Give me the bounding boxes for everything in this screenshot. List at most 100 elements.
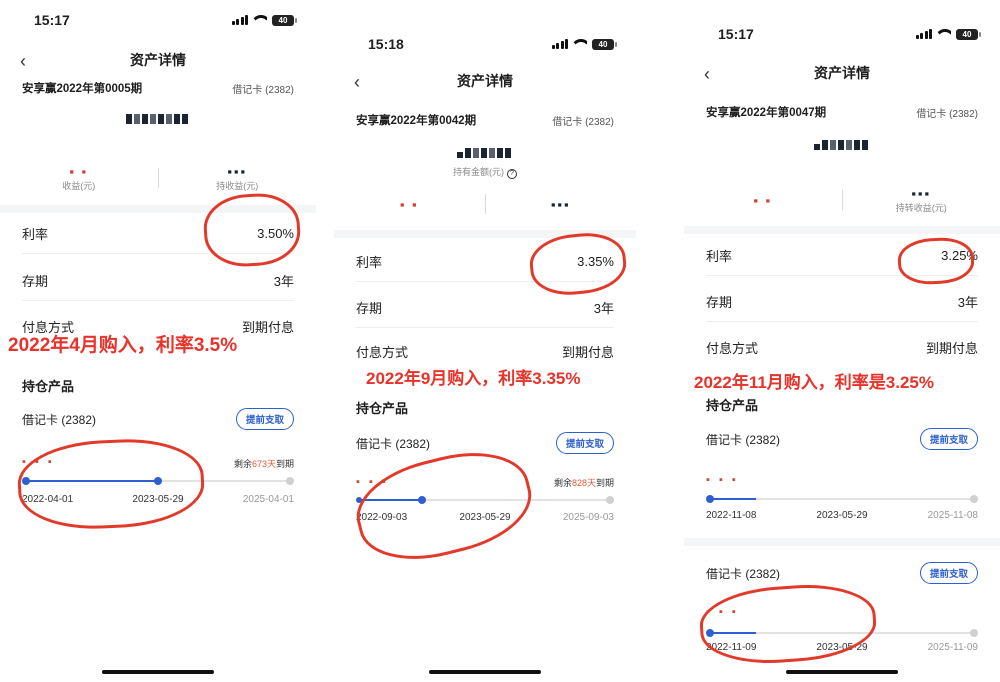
term-value: 3年 <box>593 301 614 316</box>
interest-row: 付息方式 到期付息 <box>706 327 978 367</box>
start-date: 2022-11-08 <box>706 510 757 521</box>
status-bar: 15:17 40 <box>0 8 316 32</box>
nav-bar: ‹ 资产详情 <box>684 61 1000 85</box>
end-date: 2025-11-09 <box>927 642 978 653</box>
screenshot-panel-3: 15:17 40 ‹ 资产详情 安享赢2022年第0047期 借记卡 (2382… <box>684 0 1000 682</box>
home-indicator <box>429 670 541 674</box>
earnings-stats: ▪ ▪ 收益(元) ▪▪▪ 持收益(元) <box>0 158 316 198</box>
annotation-text: 2022年9月购入，利率3.35% <box>366 369 581 388</box>
battery-icon: 40 <box>272 14 297 26</box>
back-chevron-icon[interactable]: ‹ <box>354 72 360 93</box>
status-icons: 40 <box>231 14 297 26</box>
end-date: 2025-11-08 <box>927 510 978 521</box>
product-header: 安享赢2022年第0042期 借记卡 (2382) <box>356 112 614 128</box>
rate-label: 利率 <box>706 249 733 264</box>
stat-right: ▪▪▪ 持收益(元) <box>159 164 317 192</box>
signal-icon <box>231 15 248 25</box>
stat-right-value-masked: ▪▪▪ <box>911 186 932 201</box>
back-chevron-icon[interactable]: ‹ <box>704 64 710 85</box>
section-divider <box>684 538 1000 546</box>
rate-label: 利率 <box>22 227 49 242</box>
card-tag: 借记卡 (2382) <box>916 108 978 120</box>
status-icons: 40 <box>551 38 617 50</box>
product-name: 安享赢2022年第0042期 <box>356 115 477 127</box>
stat-left-value-masked: ▪ ▪ <box>69 164 89 179</box>
term-progress <box>706 494 978 504</box>
product-name: 安享赢2022年第0047期 <box>706 107 827 119</box>
remaining-days: 剩余673天到期 <box>233 459 294 469</box>
status-icons: 40 <box>915 28 981 40</box>
stat-right-value-masked: ▪▪▪ <box>227 164 248 179</box>
start-dot <box>706 495 714 503</box>
home-indicator <box>786 670 898 674</box>
battery-icon: 40 <box>592 38 617 50</box>
holdings-title: 持仓产品 <box>22 379 75 394</box>
end-dot <box>606 496 614 504</box>
hold-amount-label: 持有金额(元)? <box>334 165 636 179</box>
stat-left-value-masked: ▪ ▪ <box>753 192 773 208</box>
wifi-icon <box>253 15 267 25</box>
nav-bar: ‹ 资产详情 <box>0 48 316 72</box>
annotation-text: 2022年4月购入，利率3.5% <box>8 335 238 356</box>
early-withdraw-button[interactable]: 提前支取 <box>919 428 978 450</box>
holding-header: 借记卡 (2382) 提前支取 <box>706 428 978 450</box>
help-icon[interactable]: ? <box>507 169 517 179</box>
timeline-dates: 2022-11-08 2023-05-29 2025-11-08 <box>706 510 978 521</box>
early-withdraw-button[interactable]: 提前支取 <box>555 432 614 454</box>
holding-amount-masked: ▪ ▪ ▪ <box>706 474 739 486</box>
page-title: 资产详情 <box>457 73 513 89</box>
holdings-title: 持仓产品 <box>356 401 409 416</box>
stat-left: ▪ ▪ <box>334 197 485 212</box>
holdings-title: 持仓产品 <box>706 398 759 413</box>
home-indicator <box>102 670 214 674</box>
holding-card: 借记卡 (2382) <box>356 436 431 451</box>
screenshot-panel-2: 15:18 40 ‹ 资产详情 安享赢2022年第0042期 借记卡 (2382… <box>334 0 636 682</box>
signal-icon <box>551 39 568 49</box>
product-header: 安享赢2022年第0005期 借记卡 (2382) <box>22 80 294 96</box>
nav-bar: ‹ 资产详情 <box>334 69 636 93</box>
status-time: 15:18 <box>368 36 404 52</box>
page-title: 资产详情 <box>130 52 186 68</box>
interest-value: 到期付息 <box>561 344 614 360</box>
end-dot <box>970 495 978 503</box>
stat-right-label: 持转收益(元) <box>895 203 947 213</box>
early-withdraw-button[interactable]: 提前支取 <box>919 562 978 584</box>
holding-header: 借记卡 (2382) 提前支取 <box>706 562 978 584</box>
term-value: 3年 <box>957 295 978 310</box>
term-row: 存期 3年 <box>706 282 978 322</box>
stat-right-label: 持收益(元) <box>216 181 259 191</box>
stat-right: ▪▪▪ 持转收益(元) <box>843 186 1000 214</box>
stat-left: ▪ ▪ <box>684 193 842 208</box>
back-chevron-icon[interactable]: ‹ <box>20 51 26 72</box>
section-divider <box>684 226 1000 234</box>
interest-label: 付息方式 <box>356 344 409 360</box>
wifi-icon <box>937 29 951 39</box>
hold-amount-masked <box>0 108 316 130</box>
card-tag: 借记卡 (2382) <box>552 116 614 128</box>
holding-header: 借记卡 (2382) 提前支取 <box>22 408 294 430</box>
term-row: 存期 3年 <box>22 261 294 301</box>
status-time: 15:17 <box>718 26 754 42</box>
holding-card: 借记卡 (2382) <box>706 432 781 447</box>
end-date: 2025-09-03 <box>562 512 614 523</box>
end-date: 2025-04-01 <box>242 494 294 505</box>
stat-left-value-masked: ▪ ▪ <box>399 196 419 212</box>
interest-label: 付息方式 <box>706 340 759 356</box>
hold-amount-masked <box>684 134 1000 156</box>
signal-icon <box>915 29 932 39</box>
term-label: 存期 <box>356 301 383 316</box>
early-withdraw-button[interactable]: 提前支取 <box>235 408 294 430</box>
interest-value: 到期付息 <box>241 319 294 335</box>
hold-amount-masked <box>334 142 636 164</box>
rate-label: 利率 <box>356 255 383 270</box>
page-title: 资产详情 <box>814 65 870 81</box>
stat-left: ▪ ▪ 收益(元) <box>0 164 158 192</box>
earnings-stats: ▪ ▪ ▪▪▪ <box>334 184 636 224</box>
card-tag: 借记卡 (2382) <box>232 84 294 96</box>
annotation-text: 2022年11月购入，利率是3.25% <box>694 373 934 392</box>
end-dot <box>286 477 294 485</box>
product-name: 安享赢2022年第0005期 <box>22 83 143 95</box>
stat-left-label: 收益(元) <box>62 181 96 191</box>
remaining-days: 剩余828天到期 <box>553 478 614 488</box>
product-header: 安享赢2022年第0047期 借记卡 (2382) <box>706 104 978 120</box>
